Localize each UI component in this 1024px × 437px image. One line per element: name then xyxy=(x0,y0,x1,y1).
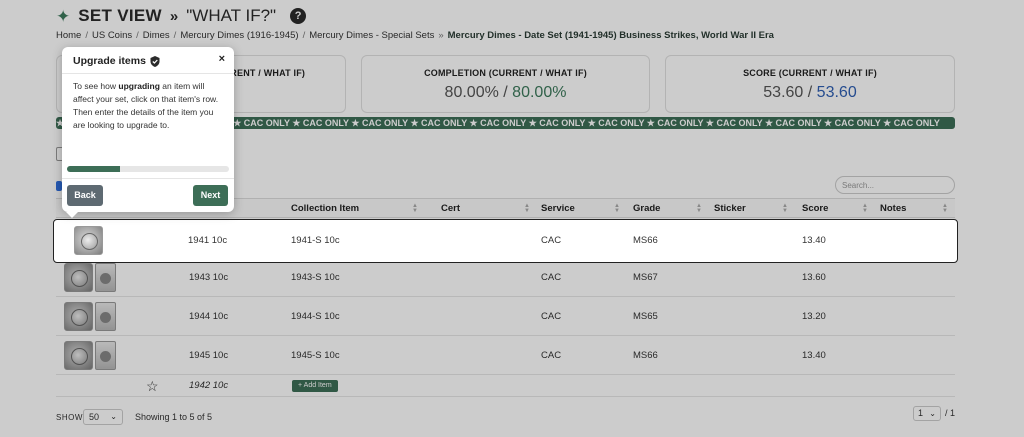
slab-image[interactable] xyxy=(95,263,116,292)
help-icon[interactable]: ? xyxy=(290,8,307,24)
sort-icon[interactable]: ▲ ▼ xyxy=(524,203,530,214)
popover-footer-divider xyxy=(62,178,234,179)
row-score: 13.40 xyxy=(802,350,826,361)
back-button[interactable]: Back xyxy=(67,185,103,206)
sort-icon[interactable]: ▲ ▼ xyxy=(942,203,948,214)
slab-image[interactable] xyxy=(95,302,116,331)
highlighted-table-row[interactable]: 1941 10c 1941-S 10c CAC MS66 13.40 xyxy=(53,219,958,263)
sort-icon[interactable]: ▲ ▼ xyxy=(412,203,418,214)
row-service: CAC xyxy=(541,311,562,322)
completion-value: 80.00% / 80.00% xyxy=(444,84,567,101)
col-notes[interactable]: Notes xyxy=(880,199,906,219)
close-icon[interactable]: × xyxy=(219,53,225,65)
breadcrumb-mercury-dimes[interactable]: Mercury Dimes (1916-1945) xyxy=(180,30,298,41)
chevron-down-icon: ⌄ xyxy=(110,412,117,421)
col-cert[interactable]: Cert xyxy=(441,199,460,219)
row-item: 1944-S 10c xyxy=(291,311,340,322)
breadcrumb: Home / US Coins / Dimes / Mercury Dimes (19… xyxy=(56,30,774,41)
breadcrumb-current: Mercury Dimes - Date Set (1941-1945) Bus… xyxy=(447,30,774,41)
page-subtitle: "WHAT IF?" xyxy=(186,6,277,25)
row-grade: MS66 xyxy=(633,235,658,246)
row-service: CAC xyxy=(541,350,562,361)
chevron-down-icon: ⌄ xyxy=(929,409,936,418)
sort-icon[interactable]: ▲ ▼ xyxy=(782,203,788,214)
row-grade: MS65 xyxy=(633,311,658,322)
row-item: 1941-S 10c xyxy=(291,235,340,246)
coin-image[interactable] xyxy=(74,226,103,255)
table-row[interactable]: 1944 10c 1944-S 10c CAC MS65 13.20 xyxy=(56,297,955,336)
row-service: CAC xyxy=(541,272,562,283)
score-value: 53.60 / 53.60 xyxy=(763,84,857,101)
breadcrumb-dimes[interactable]: Dimes xyxy=(143,30,170,41)
completion-whatif: 80.00% xyxy=(512,84,567,101)
col-grade[interactable]: Grade xyxy=(633,199,660,219)
tour-progress-bar xyxy=(67,166,229,172)
sort-icon[interactable]: ▲ ▼ xyxy=(696,203,702,214)
stat-card-completion: COMPLETION (CURRENT / WHAT IF) 80.00% / … xyxy=(361,55,650,113)
row-grade: MS66 xyxy=(633,350,658,361)
add-item-button[interactable]: + Add Item xyxy=(292,380,338,392)
popover-title: Upgrade items xyxy=(73,55,160,67)
empty-slot-row[interactable]: ☆ 1942 10c + Add Item xyxy=(56,375,955,397)
search-input[interactable] xyxy=(835,176,955,194)
title-row: ✦ SET VIEW » "WHAT IF?" ? xyxy=(56,5,307,27)
row-service: CAC xyxy=(541,235,562,246)
page-select[interactable]: 1 ⌄ xyxy=(913,406,941,421)
sort-icon[interactable]: ▲ ▼ xyxy=(614,203,620,214)
coin-image[interactable] xyxy=(64,302,93,331)
page-size-select[interactable]: 50 ⌄ xyxy=(83,409,123,425)
col-service[interactable]: Service xyxy=(541,199,575,219)
row-slot: 1944 10c xyxy=(189,311,229,322)
showing-text: Showing 1 to 5 of 5 xyxy=(135,412,213,422)
row-grade: MS67 xyxy=(633,272,658,283)
slab-image[interactable] xyxy=(95,341,116,370)
sort-icon[interactable]: ▲ ▼ xyxy=(862,203,868,214)
row-slot: 1945 10c xyxy=(189,350,229,361)
row-score: 13.20 xyxy=(802,311,826,322)
tour-progress-fill xyxy=(67,166,121,172)
verified-shield-icon xyxy=(150,55,160,67)
stat-card-score: SCORE (CURRENT / WHAT IF) 53.60 / 53.60 xyxy=(665,55,955,113)
row-slot: 1941 10c xyxy=(188,235,228,246)
score-label: SCORE (CURRENT / WHAT IF) xyxy=(743,68,877,78)
popover-header: Upgrade items × xyxy=(62,47,234,74)
breadcrumb-home[interactable]: Home xyxy=(56,30,81,41)
page-total: / 1 xyxy=(945,408,956,418)
sparkle-icon: ✦ xyxy=(56,6,71,26)
table-row[interactable]: 1943 10c 1943-S 10c CAC MS67 13.60 xyxy=(56,258,955,297)
row-slot: 1942 10c xyxy=(189,380,229,391)
coin-image[interactable] xyxy=(64,341,93,370)
title-separator: » xyxy=(169,7,179,25)
breadcrumb-us-coins[interactable]: US Coins xyxy=(92,30,132,41)
page-title: SET VIEW xyxy=(78,6,162,25)
next-button[interactable]: Next xyxy=(193,185,228,206)
breadcrumb-special-sets[interactable]: Mercury Dimes - Special Sets xyxy=(309,30,434,41)
col-score[interactable]: Score xyxy=(802,199,828,219)
star-icon[interactable]: ☆ xyxy=(146,375,159,397)
row-slot: 1943 10c xyxy=(189,272,229,283)
score-current: 53.60 xyxy=(763,84,804,101)
show-label: SHOW xyxy=(56,413,83,422)
row-item: 1945-S 10c xyxy=(291,350,340,361)
coin-image[interactable] xyxy=(64,263,93,292)
row-score: 13.40 xyxy=(802,235,826,246)
upgrade-items-popover: Upgrade items × To see how upgrading an … xyxy=(62,47,234,218)
popover-body: To see how upgrading an item will affect… xyxy=(73,81,219,130)
score-whatif: 53.60 xyxy=(816,84,857,101)
row-score: 13.60 xyxy=(802,272,826,283)
col-sticker[interactable]: Sticker xyxy=(714,199,746,219)
col-collection-item[interactable]: Collection Item xyxy=(291,199,359,219)
completion-label: COMPLETION (CURRENT / WHAT IF) xyxy=(424,68,587,78)
completion-current: 80.00% xyxy=(444,84,499,101)
table-row[interactable]: 1945 10c 1945-S 10c CAC MS66 13.40 xyxy=(56,336,955,375)
row-item: 1943-S 10c xyxy=(291,272,340,283)
